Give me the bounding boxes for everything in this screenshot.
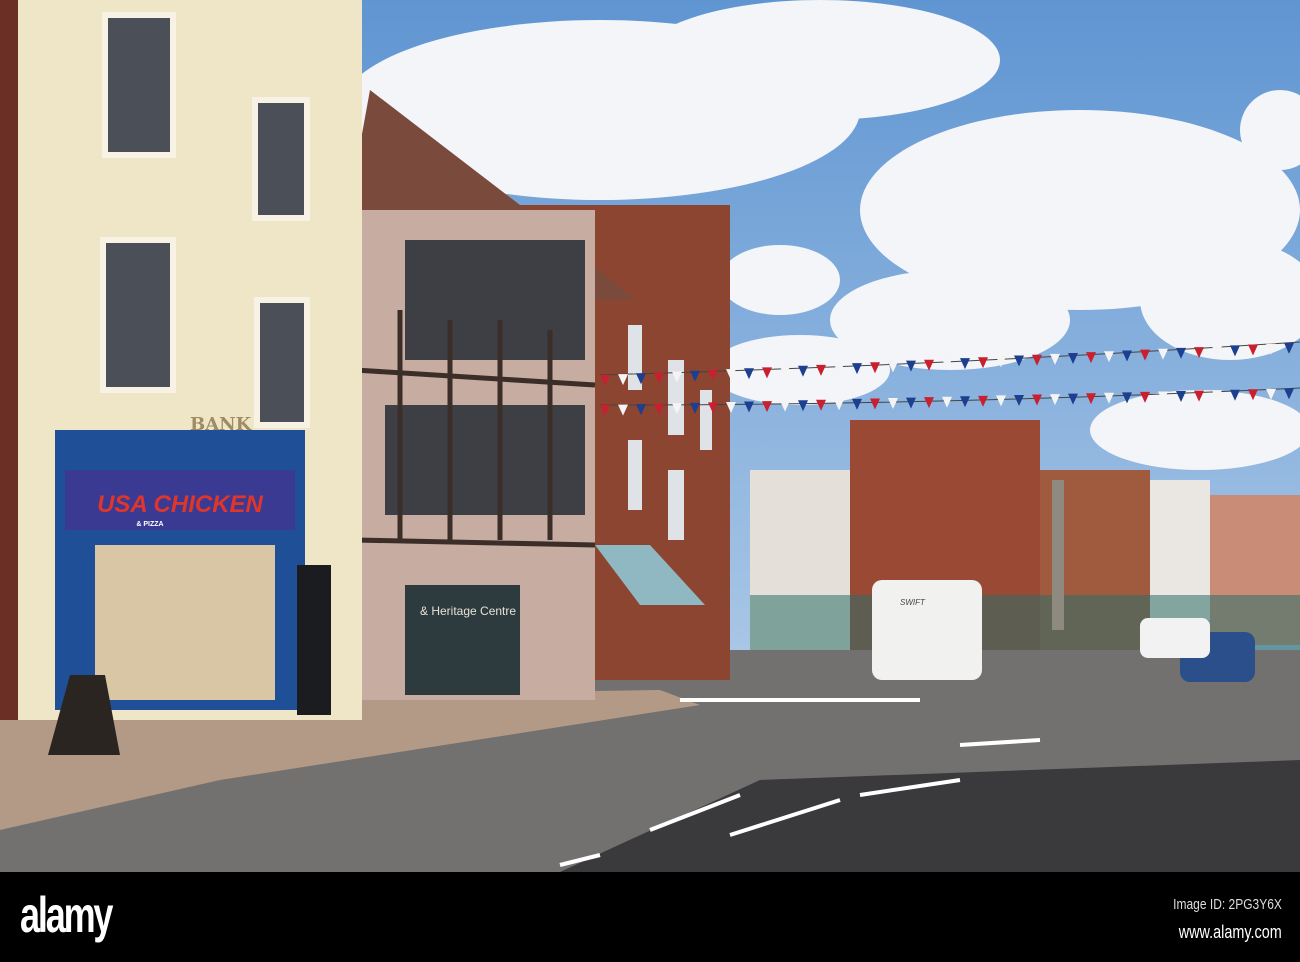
watermark-url: www.alamy.com	[1179, 922, 1282, 942]
alamy-logo: alamy	[20, 887, 113, 943]
street-scene: & Heritage Centre BANK USA CHICKEN & PIZ…	[0, 0, 1300, 872]
heritage-centre-window	[405, 585, 520, 695]
shop-subtitle: & PIZZA	[136, 521, 163, 528]
watermark-bar: alamy Image ID: 2PG3Y6X www.alamy.com	[0, 872, 1300, 962]
motorhome-badge: SWIFT	[900, 598, 926, 607]
image-id: Image ID: 2PG3Y6X	[1173, 896, 1282, 913]
photo: & Heritage Centre BANK USA CHICKEN & PIZ…	[0, 0, 1300, 962]
market-cross	[1052, 480, 1064, 630]
heritage-centre-sign: & Heritage Centre	[420, 604, 516, 618]
motorhome	[872, 580, 982, 680]
door	[297, 565, 331, 715]
van	[1140, 618, 1210, 658]
shop-name: USA CHICKEN	[97, 491, 263, 518]
shop-window	[95, 545, 275, 700]
brick-edge	[0, 0, 18, 720]
